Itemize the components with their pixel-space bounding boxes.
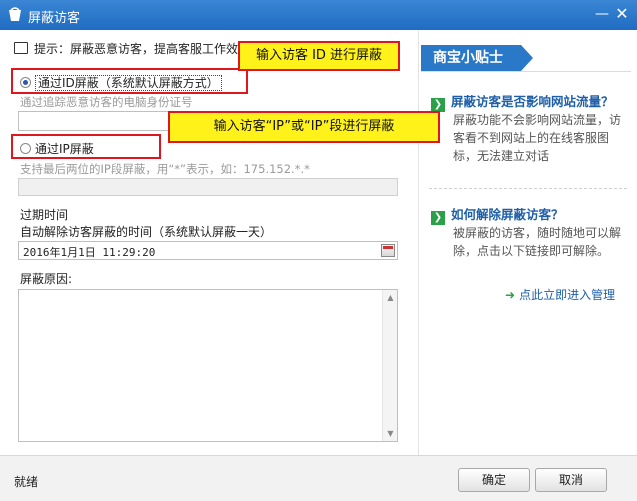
ok-button[interactable]: 确定 [458,468,530,492]
title-bar: 屏蔽访客 — ✕ [0,0,637,30]
cancel-button[interactable]: 取消 [535,468,607,492]
close-icon[interactable]: ✕ [612,3,632,25]
radio-id-label: 通过ID屏蔽（系统默认屏蔽方式） [35,75,222,91]
minimize-icon[interactable]: — [592,3,612,25]
block-form-panel: 提示：屏蔽恶意访客，提高客服工作效 通过ID屏蔽（系统默认屏蔽方式） 通过追踪恶… [0,30,418,455]
tips-header: 商宝小贴士 [421,45,533,72]
radio-ip-label: 通过IP屏蔽 [35,142,94,156]
tip-q2-title: ❯ 如何解除屏蔽访客？ [431,204,564,225]
hint-text: 提示：屏蔽恶意访客，提高客服工作效 [34,42,239,56]
tip-q2-title-text: 如何解除屏蔽访客？ [451,207,564,222]
expire-datetime-value: 2016年1月1日 11:29:20 [23,246,156,259]
green-arrow-icon: ❯ [431,98,445,112]
callout-id: 输入访客 ID 进行屏蔽 [238,41,400,71]
expire-title: 过期时间 [20,208,69,222]
radio-id-indicator[interactable] [20,77,31,88]
footer-bar: 就绪 确定 取消 [0,455,637,501]
scroll-up-icon[interactable]: ▲ [383,290,398,305]
radio-block-by-id[interactable]: 通过ID屏蔽（系统默认屏蔽方式） [20,74,222,91]
tips-panel: 商宝小贴士 ❯ 屏蔽访客是否影响网站流量？ 屏蔽功能不会影响网站流量，访客看不到网… [418,30,637,455]
link-arrow-icon: ➜ [505,288,516,302]
manage-link[interactable]: ➜ 点此立即进入管理 [505,286,615,303]
tip-q1-body: 屏蔽功能不会影响网站流量，访客看不到网站上的在线客服图标，无法建立对话 [453,113,622,163]
tip-q1-title-text: 屏蔽访客是否影响网站流量？ [451,94,614,109]
status-text: 就绪 [14,475,39,489]
window-title: 屏蔽访客 [28,11,81,26]
ip-description: 支持最后两位的IP段屏蔽，用“*”表示，如：175.152.*.* [20,162,310,176]
expire-datetime-picker[interactable]: 2016年1月1日 11:29:20 [18,241,398,260]
expire-description: 自动解除访客屏蔽的时间（系统默认屏蔽一天） [20,225,273,239]
hint-line: 提示：屏蔽恶意访客，提高客服工作效 [14,40,238,57]
app-logo-icon [9,7,21,21]
tips-divider [429,188,627,189]
green-arrow-icon: ❯ [431,211,445,225]
callout-ip: 输入访客“IP”或“IP”段进行屏蔽 [168,111,440,143]
reason-textarea[interactable]: ▲ ▼ [18,289,398,442]
calendar-icon[interactable] [381,244,395,257]
reason-scrollbar[interactable]: ▲ ▼ [382,290,397,441]
tip-q1-title: ❯ 屏蔽访客是否影响网站流量？ [431,91,614,112]
reason-label: 屏蔽原因: [20,272,73,286]
book-icon [14,42,28,54]
id-description: 通过追踪恶意访客的电脑身份证号 [20,95,193,109]
tips-header-line [421,71,631,72]
scroll-down-icon[interactable]: ▼ [383,426,398,441]
tip-q2-body: 被屏蔽的访客，随时随地可以解除，点击以下链接即可解除。 [453,226,622,258]
manage-link-text[interactable]: 点此立即进入管理 [519,288,615,302]
radio-ip-indicator[interactable] [20,143,31,154]
radio-block-by-ip[interactable]: 通过IP屏蔽 [20,140,94,157]
visitor-ip-input[interactable] [18,178,398,196]
